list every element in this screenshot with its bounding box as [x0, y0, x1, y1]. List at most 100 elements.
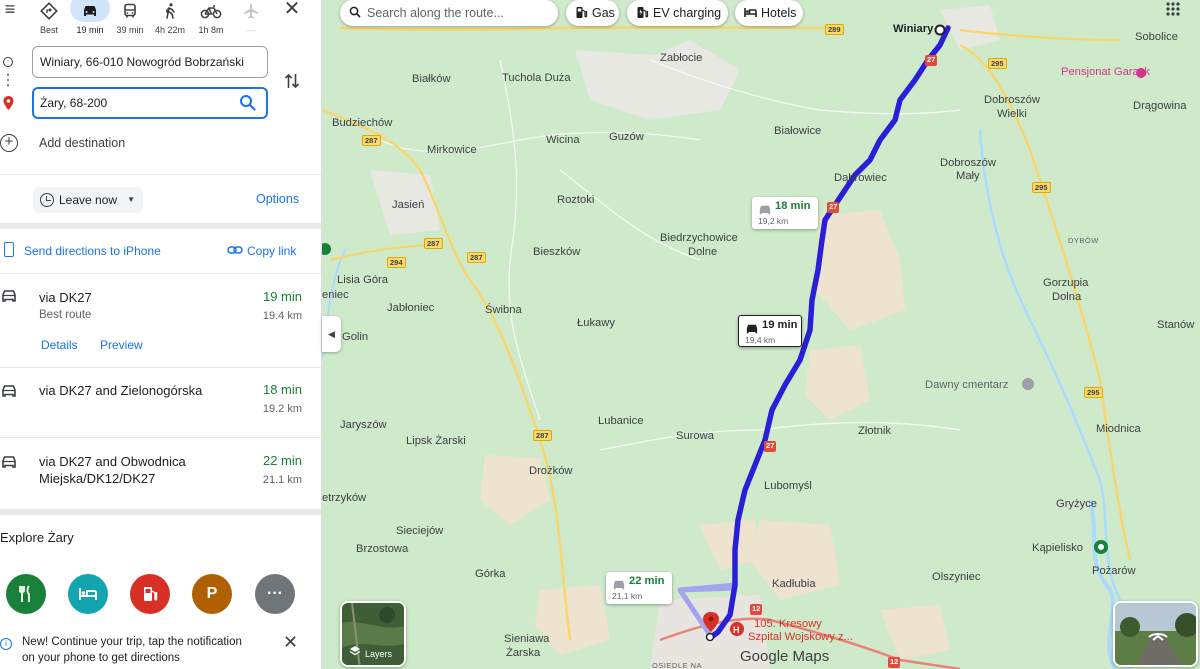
- route-bubble-alt-18[interactable]: 18 min 19,2 km: [752, 197, 818, 229]
- mode-cycling[interactable]: 1h 8m: [191, 0, 231, 38]
- chip-ev-charging[interactable]: EV charging: [627, 0, 728, 26]
- map-label-lipsk: Lipsk Żarski: [406, 435, 466, 447]
- divider: [0, 367, 321, 368]
- street-view-thumbnail[interactable]: [1113, 601, 1198, 667]
- road-number-287: 287: [467, 252, 486, 263]
- hotel-icon[interactable]: [68, 574, 108, 614]
- map-canvas[interactable]: H Winiary Sobolice Zabłocie Białków Tuch…: [322, 0, 1200, 669]
- chip-hotels[interactable]: Hotels: [735, 0, 803, 26]
- mode-flight[interactable]: —: [231, 0, 271, 38]
- map-label-miodnica: Miodnica: [1096, 423, 1141, 435]
- map-label-bialowice: Białowice: [774, 125, 822, 137]
- phone-icon: [4, 242, 14, 257]
- search-along-route-input[interactable]: Search along the route...: [340, 0, 558, 26]
- send-to-phone-link[interactable]: Send directions to iPhone: [24, 244, 161, 258]
- layers-button[interactable]: Layers: [340, 601, 406, 667]
- map-label-bieszkow: Bieszków: [533, 246, 581, 258]
- map-label-dragowina: Drągowina: [1133, 100, 1187, 112]
- map-label-golin: Golin: [342, 331, 369, 343]
- map-label-budziechow: Budziechów: [332, 117, 393, 129]
- route-distance: 21.1 km: [262, 474, 302, 486]
- route-name-line1: via DK27 and Obwodnica: [39, 454, 186, 469]
- road-number-295: 295: [1084, 387, 1103, 398]
- mode-transit[interactable]: 39 min: [110, 0, 150, 38]
- route-dots-icon: [7, 74, 10, 88]
- map-label-gorka: Górka: [475, 568, 506, 580]
- directions-panel: ≡ Best 19 min 39 min 4h 22m 1h 8m — ✕ Wi…: [0, 0, 322, 669]
- section-divider: [0, 509, 321, 515]
- notification-text: New! Continue your trip, tap the notific…: [22, 634, 272, 666]
- road-number-12: 12: [750, 604, 763, 615]
- mode-walking[interactable]: 4h 22m: [150, 0, 190, 38]
- bubble-time: 18 min: [775, 200, 811, 212]
- clock-icon: [40, 193, 54, 207]
- divider: [0, 437, 321, 438]
- apps-grid-icon[interactable]: [1166, 2, 1180, 16]
- divider: [0, 174, 321, 175]
- map-label-guzow: Guzów: [609, 131, 644, 143]
- hotel-icon: [744, 8, 757, 17]
- map-label-dabrowiec: Dąbrowiec: [834, 172, 887, 184]
- layers-label: Layers: [365, 649, 393, 659]
- restaurant-icon[interactable]: [6, 574, 46, 614]
- gas-station-icon: [576, 7, 588, 18]
- more-icon[interactable]: ···: [255, 574, 295, 614]
- map-label-pensjonat: Pensjonat Garack: [1061, 66, 1150, 78]
- map-label-szpital1: 105. Kresowy: [754, 618, 822, 630]
- road-number-289: 289: [825, 24, 844, 35]
- mode-cycling-label: 1h 8m: [198, 25, 224, 35]
- route-preview-button[interactable]: Preview: [100, 338, 143, 352]
- map-label-dobroszow-m1: Dobroszów: [940, 157, 996, 169]
- map-label-lubanice: Lubanice: [598, 415, 644, 427]
- origin-input[interactable]: Winiary, 66-010 Nowogród Bobrzański: [32, 46, 268, 78]
- mode-driving[interactable]: 19 min: [70, 0, 110, 38]
- road-number-27: 27: [827, 202, 840, 213]
- add-destination-button[interactable]: Add destination: [39, 136, 125, 150]
- svg-text:H: H: [733, 625, 740, 635]
- map-label-sieniawa2: Żarska: [506, 647, 541, 659]
- collapse-panel-button[interactable]: ◀: [322, 316, 341, 352]
- map-label-kapielisko: Kąpielisko: [1032, 542, 1083, 554]
- swap-waypoints-icon[interactable]: [283, 72, 301, 92]
- car-icon: [2, 456, 16, 468]
- road-number-287: 287: [533, 430, 552, 441]
- copy-link-button[interactable]: Copy link: [247, 244, 296, 258]
- car-icon: [70, 0, 110, 22]
- route-option-2[interactable]: via DK27 and Zielonogórska 18 min 19.2 k…: [0, 382, 321, 437]
- map-label-gorzupia1: Gorzupia: [1043, 277, 1089, 289]
- route-bubble-alt-22[interactable]: 22 min 21,1 km: [606, 572, 672, 604]
- close-directions-icon[interactable]: ✕: [281, 0, 303, 20]
- map-label-lukawy: Łukawy: [577, 317, 615, 329]
- close-notification-icon[interactable]: ✕: [283, 632, 298, 653]
- street-view-image: [1115, 603, 1196, 665]
- options-button[interactable]: Options: [256, 192, 299, 206]
- add-destination-icon[interactable]: +: [0, 134, 18, 152]
- map-label-roztoki: Roztoki: [557, 194, 595, 206]
- explore-title: Explore Żary: [0, 530, 74, 545]
- search-icon[interactable]: [239, 94, 256, 111]
- map-label-osiedle: OSIEDLE NA: [652, 661, 703, 669]
- route-distance: 19.2 km: [262, 403, 302, 415]
- route-details-button[interactable]: Details: [41, 338, 78, 352]
- leave-now-dropdown[interactable]: Leave now ▼: [33, 187, 143, 213]
- map-label-gorzupia2: Dolna: [1052, 291, 1082, 303]
- gas-station-icon[interactable]: [130, 574, 170, 614]
- parking-icon[interactable]: P: [192, 574, 232, 614]
- route-option-1[interactable]: via DK27 19 min Best route 19.4 km Detai…: [0, 289, 321, 367]
- route-option-3[interactable]: via DK27 and Obwodnica Miejska/DK12/DK27…: [0, 453, 321, 509]
- diamond-turn-icon: [29, 0, 69, 22]
- map-label-dobroszow-w1: Dobroszów: [984, 94, 1040, 106]
- mode-best[interactable]: Best: [29, 0, 69, 38]
- map-label-jaryszow: Jaryszów: [340, 419, 387, 431]
- road-number-12: 12: [888, 657, 901, 668]
- chip-gas[interactable]: Gas: [566, 0, 619, 26]
- route-bubble-main-19[interactable]: 19 min 19,4 km: [738, 315, 802, 347]
- map-label-eniec: eniec: [322, 289, 349, 301]
- destination-input[interactable]: Żary, 68-200: [32, 87, 268, 119]
- road-number-294: 294: [387, 257, 406, 268]
- menu-icon[interactable]: ≡: [0, 0, 20, 20]
- map-label-drozkow: Drożków: [529, 465, 573, 477]
- map-label-zlotnik: Złotnik: [858, 425, 891, 437]
- destination-input-value: Żary, 68-200: [40, 96, 108, 110]
- leave-now-label: Leave now: [59, 193, 118, 207]
